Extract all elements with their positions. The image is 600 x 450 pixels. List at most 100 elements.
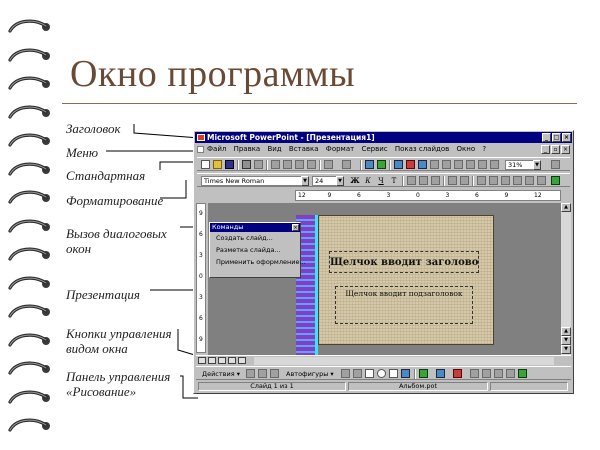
slide-show-view-icon[interactable]	[238, 357, 246, 364]
subtitle-placeholder[interactable]: Щелчок вводит подзаголовок	[335, 286, 473, 324]
menu-format[interactable]: Формат	[326, 145, 354, 153]
print-icon[interactable]	[242, 160, 251, 169]
insert-word-table-icon[interactable]	[394, 160, 403, 169]
font-size-select[interactable]: 24	[312, 176, 336, 186]
zoom-dropdown-arrow-icon[interactable]: ▼	[533, 160, 541, 170]
minimize-button[interactable]: _	[542, 133, 551, 142]
popup-item-new-slide[interactable]: Создать слайд...	[210, 232, 300, 244]
draw-actions-menu[interactable]: Действия ▾	[202, 369, 240, 379]
italic-button[interactable]: К	[363, 176, 373, 186]
popup-item-apply-design[interactable]: Применить оформление...	[210, 256, 306, 268]
menu-view[interactable]: Вид	[267, 145, 281, 153]
slide-layout-icon[interactable]	[454, 160, 463, 169]
hyperlink-icon[interactable]	[365, 160, 374, 169]
insert-excel-sheet-icon[interactable]	[406, 160, 415, 169]
outline-view-icon[interactable]	[208, 357, 216, 364]
align-right-icon[interactable]	[431, 176, 440, 185]
line-style-icon[interactable]	[470, 369, 479, 378]
help-assistant-icon[interactable]	[551, 160, 560, 169]
menu-insert[interactable]: Вставка	[289, 145, 319, 153]
copy-icon[interactable]	[283, 160, 292, 169]
menu-file[interactable]: Файл	[207, 145, 226, 153]
web-toolbar-icon[interactable]	[377, 160, 386, 169]
zoom-select[interactable]: 31%	[505, 160, 533, 170]
line-color-icon[interactable]	[436, 369, 445, 378]
close-icon[interactable]: ×	[292, 224, 299, 231]
document-icon[interactable]	[197, 146, 204, 153]
menu-help[interactable]: ?	[482, 145, 486, 153]
doc-restore-button[interactable]: ▫	[551, 145, 560, 154]
font-name-dropdown-arrow-icon[interactable]: ▼	[301, 176, 309, 186]
insert-clipart-icon[interactable]	[430, 160, 439, 169]
common-tasks-icon[interactable]	[551, 176, 560, 185]
numbering-icon[interactable]	[448, 176, 457, 185]
font-size-dropdown-arrow-icon[interactable]: ▼	[336, 176, 344, 186]
paste-icon[interactable]	[295, 160, 304, 169]
oval-tool-icon[interactable]	[377, 369, 386, 378]
shadow-icon[interactable]	[506, 369, 515, 378]
normal-view-icon[interactable]	[198, 357, 206, 364]
slide-view-icon[interactable]	[218, 357, 226, 364]
shadow-button[interactable]: Т	[389, 176, 399, 186]
save-disk-icon[interactable]	[225, 160, 234, 169]
scroll-down-icon[interactable]: ▼	[561, 345, 571, 354]
new-document-icon[interactable]	[201, 160, 210, 169]
arrow-tool-icon[interactable]	[353, 369, 362, 378]
bullets-icon[interactable]	[460, 176, 469, 185]
close-button[interactable]: ×	[562, 133, 571, 142]
increase-paragraph-spacing-icon[interactable]	[477, 176, 486, 185]
dash-style-icon[interactable]	[482, 369, 491, 378]
window-title-bar[interactable]: Microsoft PowerPoint - [Презентация1] _ …	[195, 132, 572, 143]
presentation-slide[interactable]: Щелчок вводит заголовок Щелчок вводит по…	[318, 215, 494, 345]
redo-icon[interactable]	[342, 160, 351, 169]
rotate-icon[interactable]	[270, 369, 279, 378]
insert-chart-icon[interactable]	[418, 160, 427, 169]
underline-button[interactable]: Ч	[376, 176, 386, 186]
slide-miniature-icon[interactable]	[490, 160, 499, 169]
promote-icon[interactable]	[513, 176, 522, 185]
menu-edit[interactable]: Правка	[234, 145, 261, 153]
animation-effects-icon[interactable]	[537, 176, 546, 185]
rectangle-tool-icon[interactable]	[365, 369, 374, 378]
maximize-button[interactable]: □	[552, 133, 561, 142]
select-objects-icon[interactable]	[258, 369, 267, 378]
title-placeholder[interactable]: Щелчок вводит заголовок	[329, 251, 479, 273]
autoshapes-menu[interactable]: Автофигуры ▾	[286, 369, 334, 379]
cut-icon[interactable]	[271, 160, 280, 169]
menu-tools[interactable]: Сервис	[361, 145, 387, 153]
previous-slide-icon[interactable]: ▲	[561, 327, 571, 336]
open-folder-icon[interactable]	[213, 160, 222, 169]
align-left-icon[interactable]	[407, 176, 416, 185]
scroll-up-icon[interactable]: ▲	[561, 203, 571, 212]
apply-design-icon[interactable]	[466, 160, 475, 169]
font-color-icon[interactable]	[453, 369, 462, 378]
menu-slide-show[interactable]: Показ слайдов	[395, 145, 449, 153]
powerpoint-app-icon[interactable]	[197, 134, 205, 141]
spelling-icon[interactable]	[254, 160, 263, 169]
demote-icon[interactable]	[525, 176, 534, 185]
arrow-style-icon[interactable]	[494, 369, 503, 378]
align-center-icon[interactable]	[419, 176, 428, 185]
undo-icon[interactable]	[324, 160, 333, 169]
3d-icon[interactable]	[518, 369, 527, 378]
vertical-scrollbar[interactable]: ▲ ▲ ▼ ▼	[561, 203, 571, 355]
increase-font-size-icon[interactable]	[501, 176, 510, 185]
slide-sorter-view-icon[interactable]	[228, 357, 236, 364]
black-white-view-icon[interactable]	[478, 160, 487, 169]
menu-window[interactable]: Окно	[457, 145, 476, 153]
free-rotate-icon[interactable]	[246, 369, 255, 378]
decrease-paragraph-spacing-icon[interactable]	[489, 176, 498, 185]
new-slide-icon[interactable]	[442, 160, 451, 169]
text-box-icon[interactable]	[389, 369, 398, 378]
doc-minimize-button[interactable]: _	[541, 145, 550, 154]
doc-close-button[interactable]: ×	[561, 145, 570, 154]
commands-popup-title[interactable]: Команды ×	[210, 223, 300, 232]
font-name-select[interactable]: Times New Roman	[201, 176, 301, 186]
bold-button[interactable]: Ж	[350, 176, 360, 186]
fill-color-icon[interactable]	[419, 369, 428, 378]
wordart-icon[interactable]	[401, 369, 410, 378]
next-slide-icon[interactable]: ▼	[561, 336, 571, 345]
popup-item-slide-layout[interactable]: Разметка слайда...	[210, 244, 300, 256]
horizontal-scrollbar[interactable]	[254, 357, 554, 365]
format-painter-icon[interactable]	[307, 160, 316, 169]
